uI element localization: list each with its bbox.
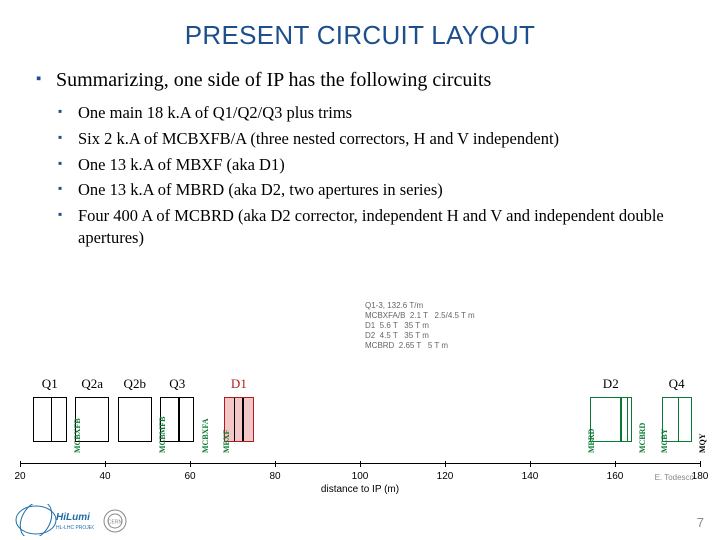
bullet-item: Six 2 k.A of MCBXFB/A (three nested corr… — [56, 128, 690, 150]
x-tick — [105, 461, 106, 467]
x-tick — [615, 461, 616, 467]
bullet-summary: Summarizing, one side of IP has the foll… — [30, 67, 690, 249]
x-tick-label: 180 — [692, 471, 709, 482]
page-title: PRESENT CIRCUIT LAYOUT — [30, 20, 690, 51]
x-tick-label: 20 — [14, 471, 25, 482]
corrector-label: MCBRD — [638, 423, 647, 453]
magnet-q2b — [118, 397, 152, 442]
corrector-label: MCBXFA — [201, 418, 210, 453]
element-label: D1 — [231, 376, 247, 392]
x-tick-label: 100 — [352, 471, 369, 482]
x-tick-label: 60 — [184, 471, 195, 482]
bullet-item: One 13 k.A of MBRD (aka D2, two aperture… — [56, 179, 690, 201]
element-label: Q1 — [42, 376, 58, 392]
element-label: Q2a — [81, 376, 103, 392]
bullet-summary-text: Summarizing, one side of IP has the foll… — [56, 69, 491, 91]
x-tick — [190, 461, 191, 467]
layout-diagram: Q1-3, 132.6 T/m MCBXFA/B 2.1 T 2.5/4.5 T… — [20, 301, 700, 496]
diagram-signature: E. Todesco — [655, 473, 694, 482]
element-label: Q3 — [169, 376, 185, 392]
cern-logo-icon: CERN — [102, 508, 128, 534]
slide: PRESENT CIRCUIT LAYOUT Summarizing, one … — [0, 0, 720, 540]
element-label: Q4 — [669, 376, 685, 392]
element-label: Q2b — [124, 376, 146, 392]
element-row — [20, 397, 700, 442]
slide-footer: HiLumi HL-LHC PROJECT CERN 7 — [0, 504, 720, 540]
x-tick-label: 160 — [607, 471, 624, 482]
chart-area: distance to IP (m) 204060801001201401601… — [20, 301, 700, 496]
x-axis-label: distance to IP (m) — [321, 484, 399, 495]
svg-text:HiLumi: HiLumi — [56, 512, 90, 523]
corrector-label: MCBXFB — [73, 418, 82, 453]
x-tick-label: 80 — [269, 471, 280, 482]
bullet-item: Four 400 A of MCBRD (aka D2 corrector, i… — [56, 205, 690, 249]
corrector-label: MQY — [698, 433, 707, 453]
bullet-item: One 13 k.A of MBXF (aka D1) — [56, 154, 690, 176]
svg-text:HL-LHC PROJECT: HL-LHC PROJECT — [56, 525, 94, 531]
x-tick — [20, 461, 21, 467]
bullet-list-l2: One main 18 k.A of Q1/Q2/Q3 plus trims S… — [56, 102, 690, 249]
x-tick — [445, 461, 446, 467]
page-number: 7 — [697, 515, 704, 530]
corrector-label: MCBY — [660, 429, 669, 453]
x-tick — [700, 461, 701, 467]
bullet-item: One main 18 k.A of Q1/Q2/Q3 plus trims — [56, 102, 690, 124]
x-tick-label: 120 — [437, 471, 454, 482]
corrector-label: MBRD — [587, 429, 596, 453]
bullet-list-l1: Summarizing, one side of IP has the foll… — [30, 67, 690, 249]
x-tick-label: 40 — [99, 471, 110, 482]
magnet-q1 — [33, 397, 67, 442]
x-tick — [275, 461, 276, 467]
x-tick — [530, 461, 531, 467]
x-tick — [360, 461, 361, 467]
x-tick-label: 140 — [522, 471, 539, 482]
hilumi-logo-icon: HiLumi HL-LHC PROJECT — [14, 504, 94, 536]
svg-text:CERN: CERN — [108, 520, 123, 526]
corrector-label: MBXF — [222, 429, 231, 453]
element-label: D2 — [603, 376, 619, 392]
corrector-label: MCBMFB — [158, 417, 167, 453]
